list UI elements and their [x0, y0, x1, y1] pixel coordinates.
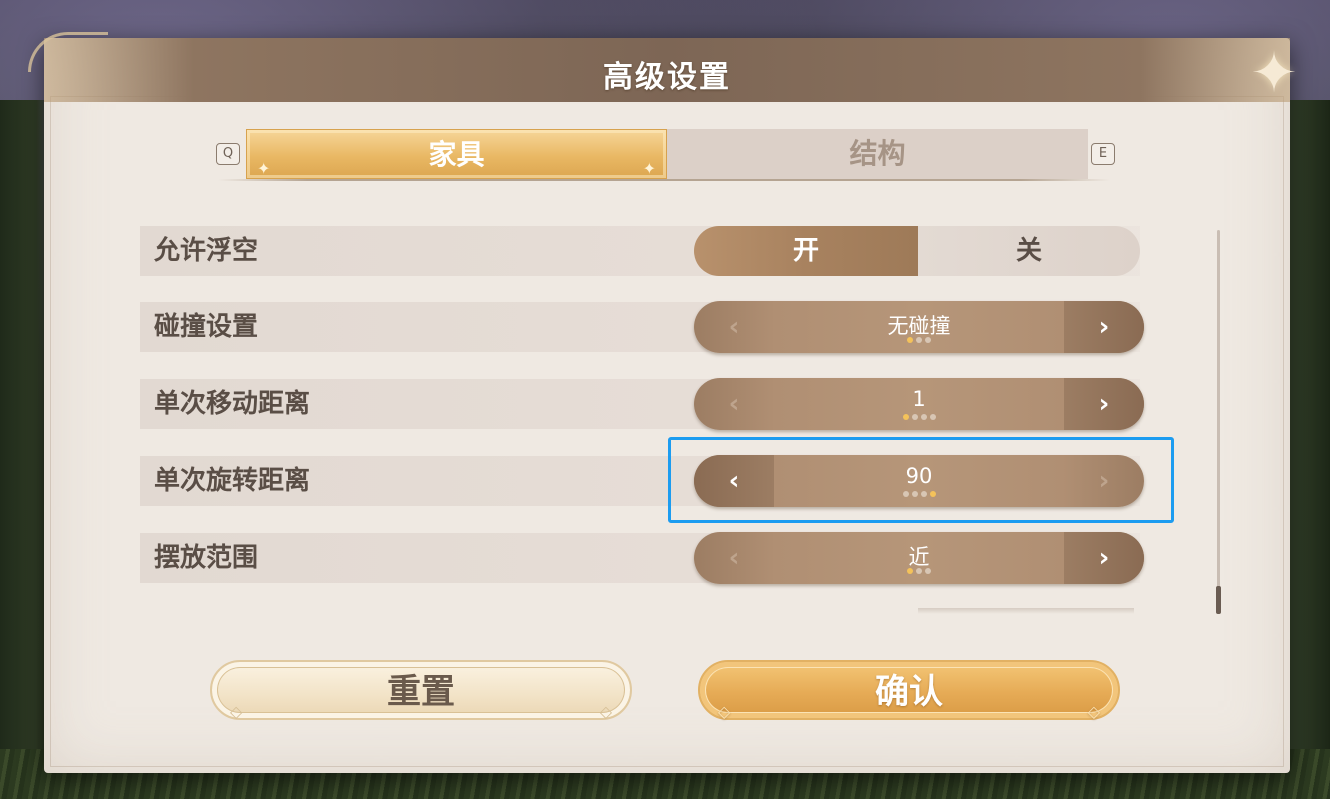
- button-ornament-icon: ◇: [599, 702, 612, 721]
- page-dot: [929, 414, 936, 420]
- float-toggle-on[interactable]: 开: [694, 226, 918, 276]
- button-ornament-icon: ◇: [230, 702, 243, 721]
- confirm-button[interactable]: ◇ 确认 ◇: [698, 660, 1120, 721]
- tab-bar: ✦ 家具 ✦ 结构: [246, 129, 1088, 179]
- spark-icon: ✦: [642, 159, 656, 178]
- next-tab-key-hint: E: [1091, 143, 1115, 165]
- collision-prev-arrow-icon[interactable]: ‹: [694, 301, 774, 353]
- place-range-page-dots: [774, 568, 1064, 577]
- move-step-page-dots: [774, 414, 1064, 423]
- setting-label-rotate-step: 单次旋转距离: [154, 466, 311, 496]
- move-step-selector: ‹ 1 ›: [694, 378, 1144, 430]
- button-ornament-icon: ◇: [1087, 702, 1100, 721]
- settings-scrollbar-track[interactable]: [1217, 230, 1220, 610]
- prev-tab-key-hint: Q: [216, 143, 240, 165]
- collision-next-arrow-icon[interactable]: ›: [1064, 301, 1144, 353]
- tab-structure[interactable]: 结构: [667, 129, 1088, 179]
- place-range-value: 近: [908, 545, 930, 569]
- reset-button[interactable]: ◇ 重置 ◇: [210, 660, 632, 721]
- place-range-next-arrow-icon[interactable]: ›: [1064, 532, 1144, 584]
- tab-furniture-label: 家具: [428, 138, 485, 171]
- tab-structure-label: 结构: [849, 137, 906, 170]
- setting-label-float: 允许浮空: [154, 236, 259, 266]
- move-step-prev-arrow-icon[interactable]: ‹: [694, 378, 774, 430]
- page-dot: [907, 568, 913, 574]
- next-row-edge: [918, 608, 1134, 614]
- float-toggle-off[interactable]: 关: [918, 226, 1140, 276]
- button-ornament-icon: ◇: [718, 702, 731, 721]
- place-range-selector: ‹ 近 ›: [694, 532, 1144, 584]
- float-toggle[interactable]: 开 关: [694, 226, 1140, 276]
- tab-divider: [218, 179, 1110, 181]
- tab-furniture[interactable]: ✦ 家具 ✦: [246, 129, 667, 179]
- focus-highlight: [668, 437, 1174, 523]
- move-step-value: 1: [912, 387, 926, 411]
- page-dot: [925, 568, 931, 574]
- settings-scrollbar-thumb[interactable]: [1216, 586, 1221, 614]
- collision-value: 无碰撞: [887, 314, 951, 338]
- collision-selector: ‹ 无碰撞 ›: [694, 301, 1144, 353]
- confirm-button-label: 确认: [875, 672, 943, 712]
- setting-label-place-range: 摆放范围: [154, 543, 259, 573]
- page-dot: [925, 337, 931, 343]
- move-step-next-arrow-icon[interactable]: ›: [1064, 378, 1144, 430]
- page-dot: [916, 568, 922, 574]
- spark-icon: ✦: [257, 159, 271, 178]
- page-dot: [911, 414, 918, 420]
- setting-label-move-step: 单次移动距离: [154, 389, 311, 419]
- setting-label-collision: 碰撞设置: [154, 312, 259, 342]
- reset-button-label: 重置: [387, 672, 455, 712]
- dialog-title: 高级设置: [603, 60, 731, 95]
- page-dot: [902, 414, 909, 420]
- page-dot: [916, 337, 922, 343]
- collision-page-dots: [774, 337, 1064, 346]
- page-dot: [907, 337, 913, 343]
- place-range-prev-arrow-icon[interactable]: ‹: [694, 532, 774, 584]
- page-dot: [920, 414, 927, 420]
